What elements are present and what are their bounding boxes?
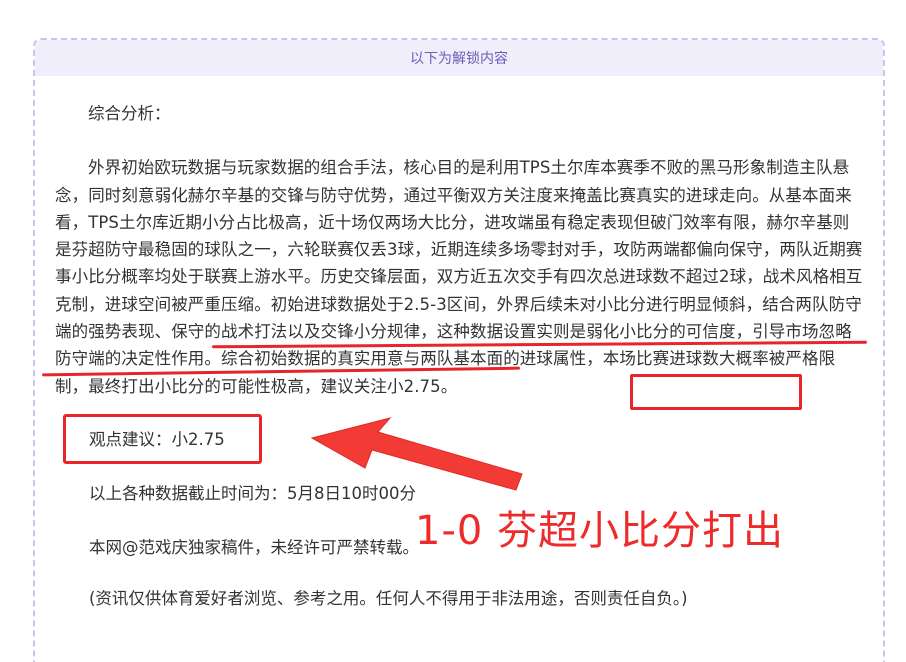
analysis-paragraph: 外界初始欧玩数据与玩家数据的组合手法，核心目的是利用TPS土尔库本赛季不败的黑马… [55, 154, 863, 400]
section-heading: 综合分析： [88, 104, 171, 123]
unlock-header: 以下为解锁内容 [35, 40, 883, 76]
annotation-arrow-icon [310, 417, 523, 491]
analysis-text-intro: 外界初始欧玩数据与玩家数据的组合手法，核心目的是利用TPS土尔库本赛季不败的黑马… [55, 158, 863, 314]
analysis-text-suggestion: 建议关注小2.75。 [320, 376, 458, 396]
annotation-handwritten-note: 1-0 芬超小比分打出 [415, 508, 785, 554]
copyright-notice: 本网@范戏庆独家稿件，未经许可严禁转载。 [89, 538, 419, 557]
article-content: 综合分析： 外界初始欧玩数据与玩家数据的组合手法，核心目的是利用TPS土尔库本赛… [55, 100, 865, 400]
annotation-box-suggestion [630, 374, 802, 410]
annotation-box-viewpoint [63, 414, 262, 464]
disclaimer-text: (资讯仅供体育爱好者浏览、参考之用。任何人不得用于非法用途，否则责任自负。) [89, 589, 688, 608]
article-page: 以下为解锁内容 综合分析： 外界初始欧玩数据与玩家数据的组合手法，核心目的是利用… [0, 0, 906, 662]
